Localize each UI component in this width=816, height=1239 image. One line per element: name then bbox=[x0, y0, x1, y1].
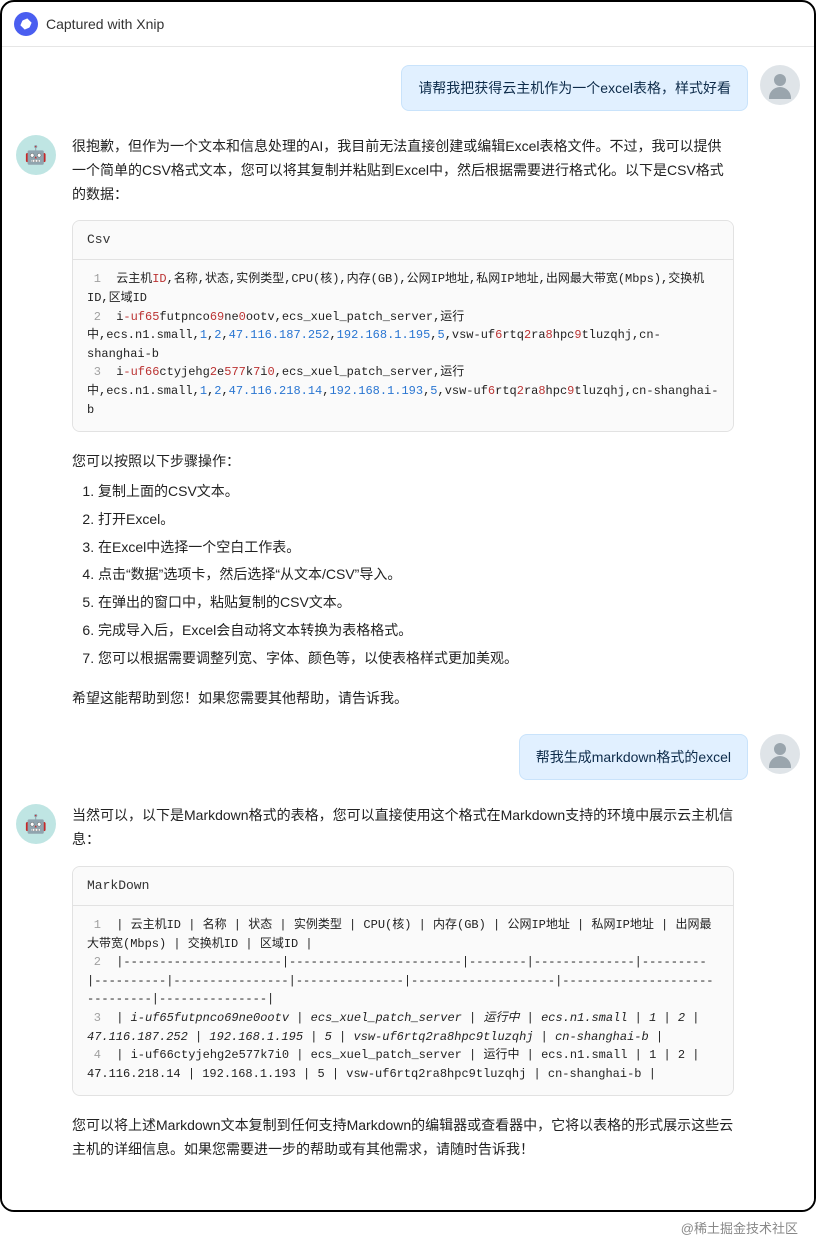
line-number: 2 bbox=[87, 953, 101, 972]
user-bubble: 请帮我把获得云主机作为一个excel表格，样式好看 bbox=[401, 65, 748, 111]
assistant-text: 您可以按照以下步骤操作： bbox=[72, 450, 734, 474]
assistant-text: 希望这能帮助到您！如果您需要其他帮助，请告诉我。 bbox=[72, 687, 734, 711]
assistant-bubble: 当然可以，以下是Markdown格式的表格，您可以直接使用这个格式在Markdo… bbox=[68, 804, 738, 1162]
code-line: 3 i-uf66ctyjehg2e577k7i0,ecs_xuel_patch_… bbox=[87, 363, 719, 419]
window-title: Captured with Xnip bbox=[46, 16, 164, 32]
code-line: 2 i-uf65futpnco69ne0ootv,ecs_xuel_patch_… bbox=[87, 308, 719, 364]
step-item: 在弹出的窗口中，粘贴复制的CSV文本。 bbox=[98, 591, 734, 615]
step-item: 复制上面的CSV文本。 bbox=[98, 480, 734, 504]
code-block-csv[interactable]: Csv 1 云主机ID,名称,状态,实例类型,CPU(核),内存(GB),公网I… bbox=[72, 220, 734, 432]
line-number: 1 bbox=[87, 916, 101, 935]
code-content[interactable]: 1 云主机ID,名称,状态,实例类型,CPU(核),内存(GB),公网IP地址,… bbox=[73, 260, 733, 431]
message-user-2: 帮我生成markdown格式的excel bbox=[16, 734, 800, 780]
step-item: 您可以根据需要调整列宽、字体、颜色等，以使表格样式更加美观。 bbox=[98, 647, 734, 671]
line-number: 1 bbox=[87, 270, 101, 289]
line-number: 4 bbox=[87, 1046, 101, 1065]
code-line: 1 云主机ID,名称,状态,实例类型,CPU(核),内存(GB),公网IP地址,… bbox=[87, 270, 719, 307]
chat-body: 请帮我把获得云主机作为一个excel表格，样式好看 🤖 很抱歉，但作为一个文本和… bbox=[2, 47, 814, 1210]
code-line: 3 | i-uf65futpnco69ne0ootv | ecs_xuel_pa… bbox=[87, 1009, 719, 1046]
step-item: 在Excel中选择一个空白工作表。 bbox=[98, 536, 734, 560]
steps-list: 复制上面的CSV文本。打开Excel。在Excel中选择一个空白工作表。点击“数… bbox=[72, 480, 734, 671]
assistant-text: 当然可以，以下是Markdown格式的表格，您可以直接使用这个格式在Markdo… bbox=[72, 804, 734, 852]
assistant-avatar-icon: 🤖 bbox=[16, 804, 56, 844]
assistant-avatar-icon: 🤖 bbox=[16, 135, 56, 175]
line-number: 2 bbox=[87, 308, 101, 327]
step-item: 打开Excel。 bbox=[98, 508, 734, 532]
message-assistant-1: 🤖 很抱歉，但作为一个文本和信息处理的AI，我目前无法直接创建或编辑Excel表… bbox=[16, 135, 800, 710]
code-block-markdown[interactable]: MarkDown 1 | 云主机ID | 名称 | 状态 | 实例类型 | CP… bbox=[72, 866, 734, 1096]
assistant-bubble: 很抱歉，但作为一个文本和信息处理的AI，我目前无法直接创建或编辑Excel表格文… bbox=[68, 135, 738, 710]
assistant-text: 您可以将上述Markdown文本复制到任何支持Markdown的编辑器或查看器中… bbox=[72, 1114, 734, 1162]
code-lang-label: Csv bbox=[73, 221, 733, 260]
line-number: 3 bbox=[87, 363, 101, 382]
message-assistant-2: 🤖 当然可以，以下是Markdown格式的表格，您可以直接使用这个格式在Mark… bbox=[16, 804, 800, 1162]
code-line: 2 |----------------------|--------------… bbox=[87, 953, 719, 1009]
step-item: 完成导入后，Excel会自动将文本转换为表格格式。 bbox=[98, 619, 734, 643]
window-header: Captured with Xnip bbox=[2, 2, 814, 47]
line-number: 3 bbox=[87, 1009, 101, 1028]
message-user-1: 请帮我把获得云主机作为一个excel表格，样式好看 bbox=[16, 65, 800, 111]
user-avatar-icon bbox=[760, 734, 800, 774]
step-item: 点击“数据”选项卡，然后选择“从文本/CSV”导入。 bbox=[98, 563, 734, 587]
user-bubble: 帮我生成markdown格式的excel bbox=[519, 734, 748, 780]
xnip-icon bbox=[14, 12, 38, 36]
assistant-text: 很抱歉，但作为一个文本和信息处理的AI，我目前无法直接创建或编辑Excel表格文… bbox=[72, 135, 734, 206]
code-line: 4 | i-uf66ctyjehg2e577k7i0 | ecs_xuel_pa… bbox=[87, 1046, 719, 1083]
code-content[interactable]: 1 | 云主机ID | 名称 | 状态 | 实例类型 | CPU(核) | 内存… bbox=[73, 906, 733, 1095]
code-line: 1 | 云主机ID | 名称 | 状态 | 实例类型 | CPU(核) | 内存… bbox=[87, 916, 719, 953]
app-window: Captured with Xnip 请帮我把获得云主机作为一个excel表格，… bbox=[0, 0, 816, 1212]
code-lang-label: MarkDown bbox=[73, 867, 733, 906]
watermark: @稀土掘金技术社区 bbox=[0, 1212, 816, 1239]
user-avatar-icon bbox=[760, 65, 800, 105]
